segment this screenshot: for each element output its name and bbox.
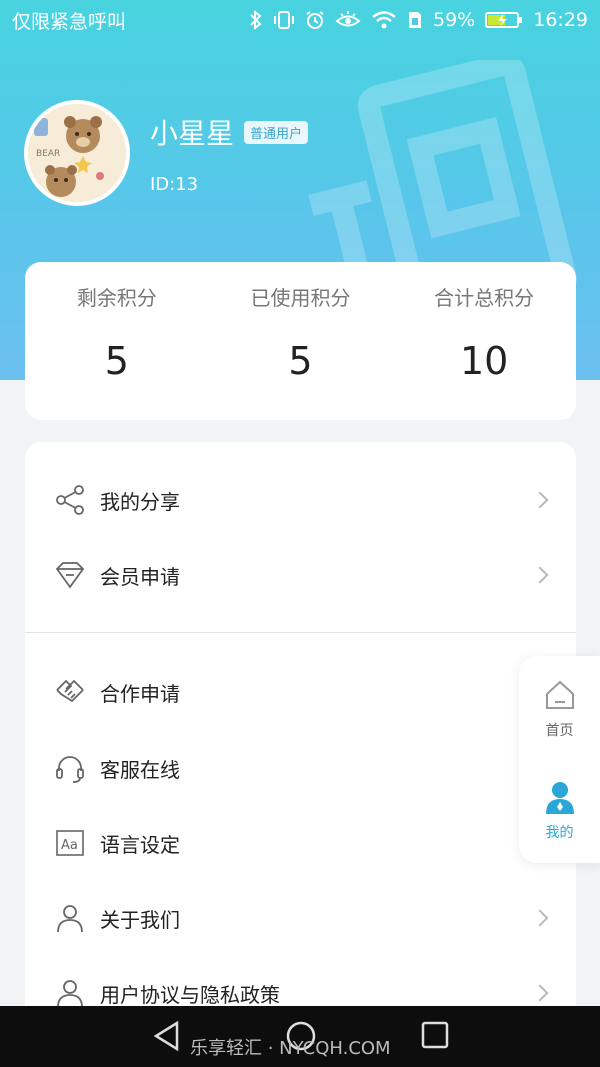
vibrate-icon xyxy=(273,10,295,30)
point-label: 已使用积分 xyxy=(250,286,351,310)
eye-comfort-icon xyxy=(335,10,361,30)
points-used: 已使用积分 5 xyxy=(209,262,393,420)
chevron-right-icon xyxy=(531,984,549,1002)
bear-avatar-icon: BEAR xyxy=(28,104,126,202)
menu-label: 客服在线 xyxy=(100,757,180,782)
profile-section: BEAR 小星星 普通用户 ID:13 xyxy=(24,100,309,206)
bluetooth-icon xyxy=(249,10,263,30)
menu-item-cooperation[interactable]: 合作申请 xyxy=(25,662,576,722)
side-nav-mine-label: 我的 xyxy=(545,825,574,841)
diamond-icon xyxy=(53,558,87,592)
points-total: 合计总积分 10 xyxy=(392,262,576,420)
clock: 16:29 xyxy=(533,9,588,31)
point-value: 5 xyxy=(104,339,129,383)
handshake-icon xyxy=(53,675,87,709)
menu-item-about-us[interactable]: 关于我们 xyxy=(25,888,576,948)
alarm-icon xyxy=(305,10,325,30)
menu-item-my-share[interactable]: 我的分享 xyxy=(25,470,576,530)
recent-apps-icon[interactable] xyxy=(420,1020,450,1054)
divider xyxy=(25,632,576,633)
watermark-text: 乐享轻汇 · NYCQH.COM xyxy=(190,1038,391,1059)
language-icon: Aa xyxy=(53,826,87,860)
user-level-badge: 普通用户 xyxy=(244,120,309,144)
user-name: 小星星 xyxy=(150,117,235,150)
battery-charging-icon xyxy=(485,10,523,30)
language-icon-text: Aa xyxy=(61,838,78,853)
points-remaining: 剩余积分 5 xyxy=(25,262,209,420)
user-filled-icon xyxy=(545,782,574,814)
battery-percent: 59% xyxy=(433,9,476,31)
menu-label: 合作申请 xyxy=(100,681,180,706)
side-nav-home-label: 首页 xyxy=(545,723,574,739)
sim-icon xyxy=(407,10,423,30)
chevron-right-icon xyxy=(531,566,549,584)
side-nav: 首页 我的 xyxy=(519,656,600,863)
user-info: 小星星 普通用户 ID:13 xyxy=(150,112,309,195)
back-icon[interactable] xyxy=(152,1020,182,1056)
menu-label: 我的分享 xyxy=(100,489,180,514)
menu-label: 用户协议与隐私政策 xyxy=(100,982,280,1007)
menu-label: 语言设定 xyxy=(100,832,180,857)
points-card: 剩余积分 5 已使用积分 5 合计总积分 10 xyxy=(25,262,576,420)
home-icon xyxy=(545,680,574,709)
menu-item-membership[interactable]: 会员申请 xyxy=(25,545,576,605)
system-nav-bar: 乐享轻汇 · NYCQH.COM xyxy=(0,1006,600,1067)
point-label: 合计总积分 xyxy=(434,286,535,310)
chevron-right-icon xyxy=(531,491,549,509)
user-icon xyxy=(53,976,87,1010)
status-bar: 仅限紧急呼叫 59% 16:29 xyxy=(0,0,600,40)
user-icon xyxy=(53,901,87,935)
wifi-icon xyxy=(371,10,397,30)
user-id: ID:13 xyxy=(150,174,199,195)
chevron-right-icon xyxy=(531,909,549,927)
menu-card: 我的分享 会员申请 合作申请 客服在线 Aa 语言设定 关于我们 用户协议与隐私… xyxy=(25,442,576,1042)
avatar[interactable]: BEAR xyxy=(24,100,130,206)
menu-label: 会员申请 xyxy=(100,564,180,589)
share-icon xyxy=(53,483,87,517)
headset-icon xyxy=(53,751,87,785)
carrier-text: 仅限紧急呼叫 xyxy=(12,10,127,33)
menu-item-language[interactable]: Aa 语言设定 xyxy=(25,813,576,873)
point-value: 10 xyxy=(460,339,509,383)
point-label: 剩余积分 xyxy=(76,286,157,310)
menu-item-customer-service[interactable]: 客服在线 xyxy=(25,738,576,798)
menu-label: 关于我们 xyxy=(100,907,180,932)
side-nav-home[interactable]: 首页 xyxy=(519,678,600,740)
avatar-text: BEAR xyxy=(36,149,60,159)
side-nav-mine[interactable]: 我的 xyxy=(519,780,600,842)
point-value: 5 xyxy=(288,339,313,383)
